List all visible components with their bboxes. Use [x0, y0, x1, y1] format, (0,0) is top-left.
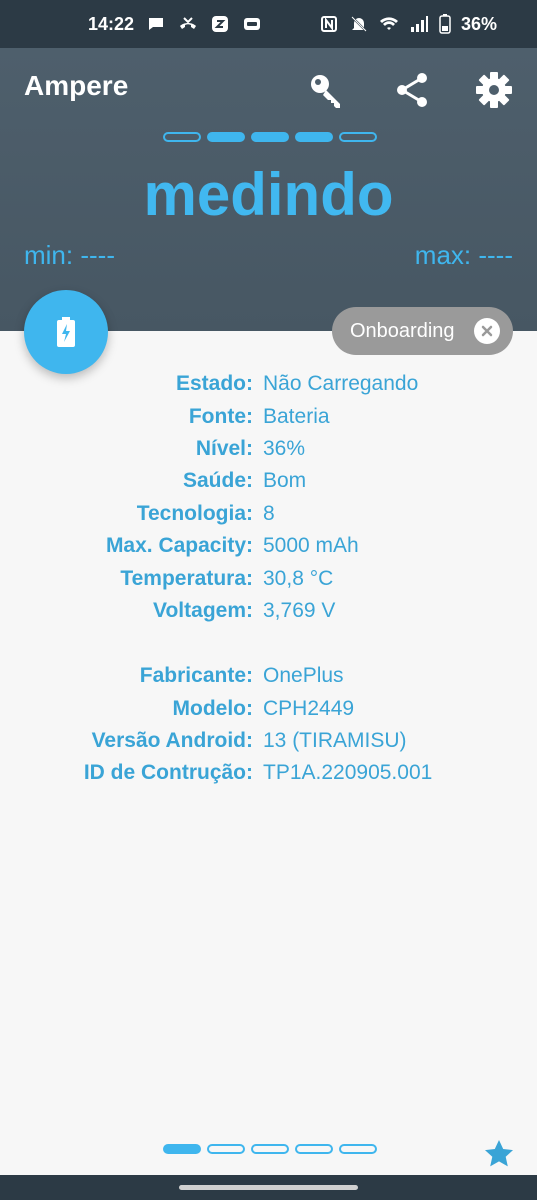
info-value: 3,769 V	[263, 598, 336, 622]
share-icon[interactable]	[390, 68, 434, 112]
signal-icon	[410, 16, 428, 32]
measure-state: medindo	[143, 161, 394, 228]
info-row-voltagem: Voltagem: 3,769 V	[0, 595, 537, 627]
missed-call-icon	[180, 17, 197, 29]
progress-dash	[163, 132, 201, 142]
wifi-icon	[379, 17, 398, 30]
info-value: 5000 mAh	[263, 534, 359, 558]
progress-dash	[295, 132, 333, 142]
info-key: Nível:	[195, 436, 253, 460]
battery-charging-icon	[57, 317, 75, 347]
max-value: max: ----	[414, 240, 513, 270]
info-value: OnePlus	[263, 664, 344, 688]
info-value: CPH2449	[263, 696, 355, 720]
battery-icon	[439, 14, 451, 34]
info-value: 36%	[263, 436, 306, 460]
info-row-fabricante: Fabricante: OnePlus	[0, 660, 537, 692]
info-value: Bom	[263, 469, 307, 493]
info-key: Modelo:	[172, 696, 253, 720]
app-header: Ampere medindo min: ---- max: ----	[0, 48, 537, 331]
app-title: Ampere	[24, 70, 129, 101]
info-key: Estado:	[175, 372, 253, 396]
info-row-modelo: Modelo: CPH2449	[0, 693, 537, 725]
page-dot[interactable]	[251, 1144, 289, 1154]
progress-dash	[339, 132, 377, 142]
info-row-saude: Saúde: Bom	[0, 465, 537, 497]
measure-progress	[163, 132, 377, 142]
info-row-build-id: ID de Contrução: TP1A.220905.001	[0, 757, 537, 789]
info-list: Estado: Não Carregando Fonte: Bateria Níve…	[0, 368, 537, 790]
progress-dash	[207, 132, 245, 142]
status-time: 14:22	[88, 13, 135, 34]
info-row-fonte: Fonte: Bateria	[0, 400, 537, 432]
info-row-temperatura: Temperatura: 30,8 °C	[0, 562, 537, 594]
nfc-icon	[320, 16, 337, 32]
info-value: 30,8 °C	[263, 566, 334, 590]
status-bar: 14:22 36%	[0, 0, 537, 48]
chip-label: Onboarding	[350, 319, 455, 342]
battery-fab-button[interactable]	[24, 290, 108, 374]
star-icon[interactable]	[483, 1138, 515, 1170]
info-key: ID de Contrução:	[83, 761, 253, 785]
progress-dash	[251, 132, 289, 142]
info-row-tecnologia: Tecnologia: 8	[0, 498, 537, 530]
info-value: Não Carregando	[263, 372, 419, 396]
info-value: 8	[263, 501, 275, 525]
page-dot[interactable]	[295, 1144, 333, 1154]
info-key: Max. Capacity:	[105, 534, 253, 558]
message-icon	[244, 18, 261, 30]
navigation-bar	[0, 1175, 537, 1200]
info-value: TP1A.220905.001	[263, 761, 433, 785]
info-value: Bateria	[263, 404, 330, 428]
info-key: Temperatura:	[120, 566, 253, 590]
key-icon[interactable]	[304, 68, 348, 112]
info-key: Fonte:	[188, 404, 253, 428]
info-row-versao-android: Versão Android: 13 (TIRAMISU)	[0, 725, 537, 757]
mute-bell-icon	[351, 16, 367, 32]
app-notification-icon	[212, 16, 229, 32]
info-value: 13 (TIRAMISU)	[263, 729, 407, 753]
info-row-estado: Estado: Não Carregando	[0, 368, 537, 400]
battery-percent: 36%	[460, 13, 497, 34]
home-gesture-handle[interactable]	[179, 1185, 358, 1190]
page-dot[interactable]	[339, 1144, 377, 1154]
info-key: Versão Android:	[91, 729, 253, 753]
page-dot[interactable]	[207, 1144, 245, 1154]
info-key: Saúde:	[182, 469, 253, 493]
info-row-capacity: Max. Capacity: 5000 mAh	[0, 530, 537, 562]
info-key: Fabricante:	[139, 664, 253, 688]
info-key: Voltagem:	[153, 598, 253, 622]
page-indicator	[163, 1144, 377, 1154]
chat-bubble-icon	[149, 18, 164, 30]
page-dot[interactable]	[163, 1144, 201, 1154]
close-icon[interactable]	[474, 318, 500, 344]
onboarding-chip[interactable]: Onboarding	[332, 307, 513, 355]
info-row-nivel: Nível: 36%	[0, 433, 537, 465]
min-value: min: ----	[24, 240, 115, 270]
gear-icon[interactable]	[472, 68, 516, 112]
info-key: Tecnologia:	[136, 501, 253, 525]
